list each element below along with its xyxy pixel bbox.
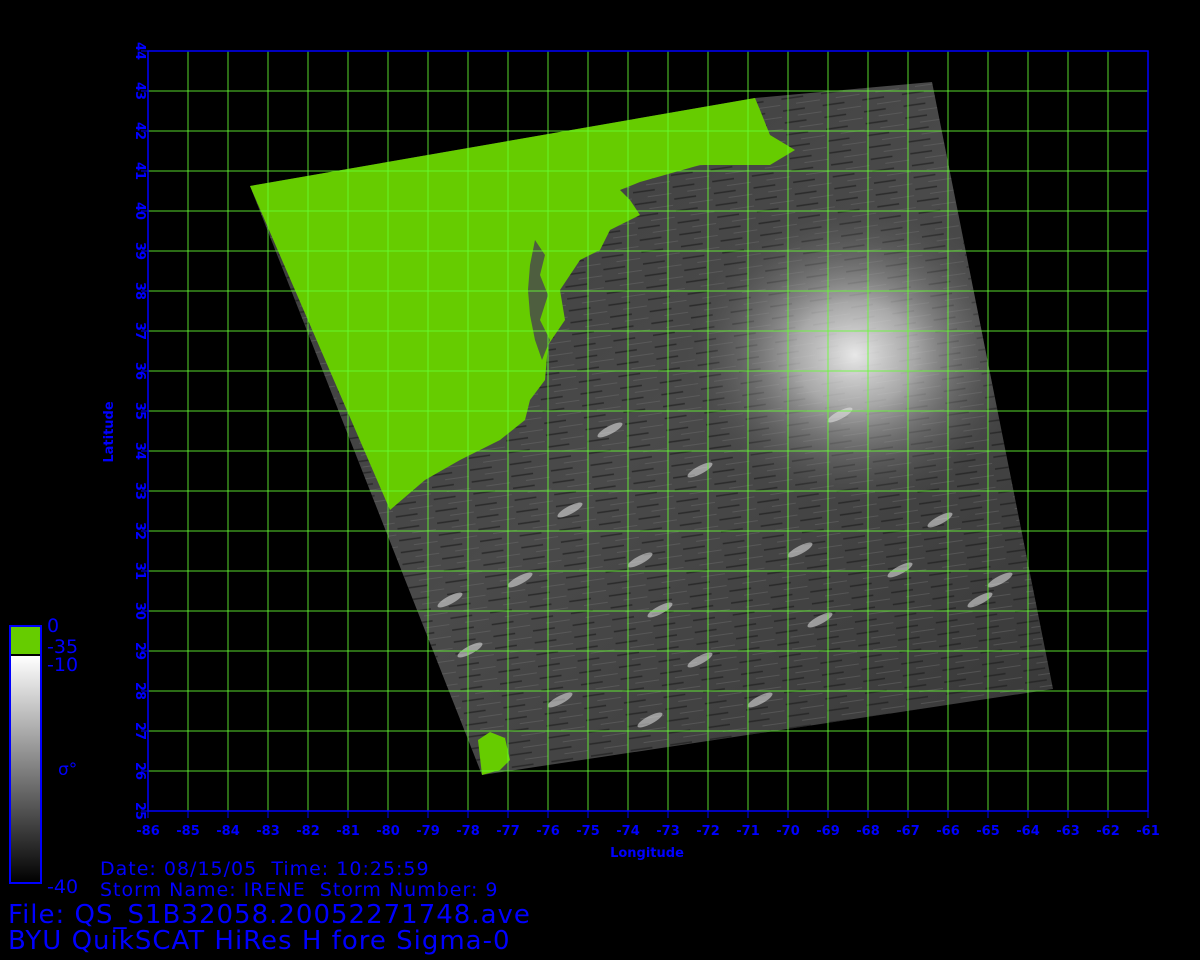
latitude-tick-labels: 25 26 27 28 29 30 31 32 33 34 35 36 37 38 39 40 41 42 43 44 [132, 42, 147, 820]
lat-tick-label: 36 [132, 362, 147, 380]
product-title: BYU QuikSCAT HiRes H fore Sigma-0 [8, 926, 511, 956]
colorbar-symbol: σ° [58, 760, 78, 780]
colorbar-gradient [10, 656, 41, 883]
lat-tick-label: 33 [132, 482, 147, 500]
longitude-tick-labels: -86 -85 -84 -83 -82 -81 -80 -79 -78 -77 -76 -75 -74 -… [136, 824, 1160, 839]
lon-tick-label: -76 [536, 824, 560, 839]
lon-tick-label: -70 [776, 824, 800, 839]
lon-tick-label: -64 [1016, 824, 1040, 839]
lat-tick-label: 35 [132, 402, 147, 420]
lon-tick-label: -61 [1136, 824, 1160, 839]
lat-tick-label: 41 [132, 162, 147, 180]
storm-info-line: Storm Name: IRENE Storm Number: 9 [100, 879, 499, 901]
lon-tick-label: -72 [696, 824, 720, 839]
date-label: Date: [100, 858, 157, 880]
bright-streak [717, 752, 743, 768]
lon-tick-label: -85 [176, 824, 200, 839]
lon-tick-label: -77 [496, 824, 520, 839]
lon-tick-label: -79 [416, 824, 440, 839]
storm-number-value: 9 [485, 879, 499, 901]
lat-tick-label: 40 [132, 202, 147, 220]
lon-tick-label: -67 [896, 824, 920, 839]
lon-tick-label: -62 [1096, 824, 1120, 839]
storm-number-label: Storm Number: [319, 879, 479, 901]
lon-tick-label: -81 [336, 824, 360, 839]
lon-tick-label: -71 [736, 824, 760, 839]
colorbar-scale-min: -40 [47, 876, 79, 898]
lon-tick-label: -78 [456, 824, 480, 839]
storm-name-value: IRENE [243, 879, 306, 901]
lon-tick-label: -84 [216, 824, 240, 839]
lat-tick-label: 44 [132, 42, 147, 60]
lat-tick-label: 32 [132, 522, 147, 540]
lat-tick-label: 31 [132, 562, 147, 580]
lon-tick-label: -73 [656, 824, 680, 839]
date-value: 08/15/05 [163, 858, 258, 880]
y-axis-label: Latitude [102, 401, 117, 463]
colorbar [9, 625, 42, 884]
x-axis-label: Longitude [610, 846, 684, 861]
lat-tick-label: 27 [132, 722, 147, 740]
lat-tick-label: 29 [132, 642, 147, 660]
lat-tick-label: 37 [132, 322, 147, 340]
time-label: Time: [271, 858, 330, 880]
colorbar-scale-max: -10 [47, 654, 79, 676]
lon-tick-label: -65 [976, 824, 1000, 839]
lat-tick-label: 42 [132, 122, 147, 140]
lon-tick-label: -80 [376, 824, 400, 839]
lon-tick-label: -82 [296, 824, 320, 839]
lon-tick-label: -75 [576, 824, 600, 839]
lon-tick-label: -86 [136, 824, 160, 839]
lon-tick-label: -68 [856, 824, 880, 839]
colorbar-land-swatch [10, 626, 41, 654]
lat-tick-label: 34 [132, 442, 147, 460]
lon-tick-label: -74 [616, 824, 640, 839]
lat-tick-label: 25 [132, 802, 147, 820]
lat-tick-label: 26 [132, 762, 147, 780]
lon-tick-label: -83 [256, 824, 280, 839]
time-value: 10:25:59 [336, 858, 430, 880]
lon-tick-label: -63 [1056, 824, 1080, 839]
storm-backscatter-maximum [685, 205, 1025, 505]
lat-tick-label: 39 [132, 242, 147, 260]
lat-tick-label: 38 [132, 282, 147, 300]
lat-tick-label: 28 [132, 682, 147, 700]
date-time-line: Date: 08/15/05 Time: 10:25:59 [100, 858, 430, 880]
lat-tick-label: 43 [132, 82, 147, 100]
lon-tick-label: -69 [816, 824, 840, 839]
lat-tick-label: 30 [132, 602, 147, 620]
storm-name-label: Storm Name: [100, 879, 237, 901]
lon-tick-label: -66 [936, 824, 960, 839]
colorbar-land-max: 0 [47, 615, 60, 637]
map-figure: -86 -85 -84 -83 -82 -81 -80 -79 -78 -77 -76 -75 -74 -… [9, 42, 1160, 884]
